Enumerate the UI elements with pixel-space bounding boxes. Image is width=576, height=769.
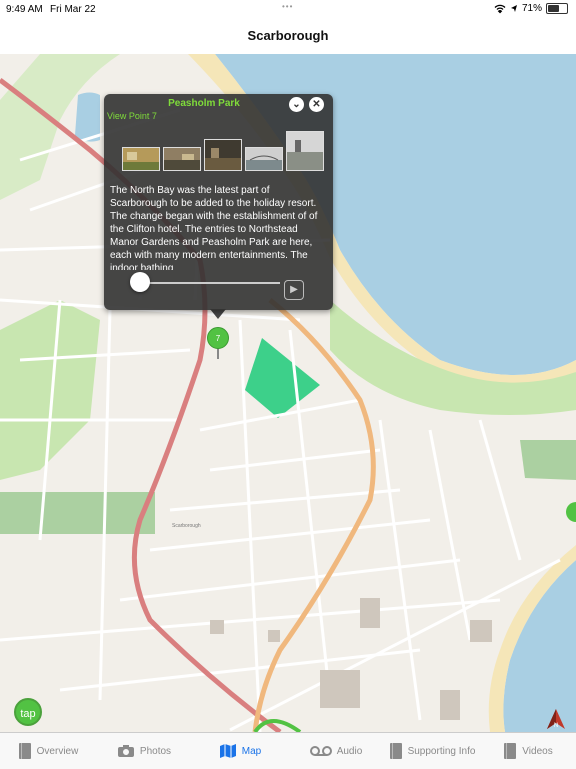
status-icons: 71%: [494, 3, 568, 14]
battery-icon: [546, 3, 568, 14]
lake-area: [75, 92, 100, 142]
close-icon[interactable]: ✕: [309, 97, 324, 112]
park-area-east: [520, 440, 576, 480]
audio-slider-knob[interactable]: [130, 272, 150, 292]
cemetery-area: [0, 492, 155, 534]
audio-icon: [309, 746, 332, 756]
popup-description: The North Bay was the latest part of Sca…: [110, 185, 318, 270]
photo-thumbnails: [122, 131, 324, 171]
tab-label: Photos: [139, 745, 172, 757]
compass-icon[interactable]: N: [545, 708, 567, 730]
tab-label: Supporting Info: [407, 745, 476, 757]
book-icon: [18, 743, 31, 759]
battery-fill: [548, 5, 559, 12]
status-time: 9:49 AM: [6, 4, 43, 15]
photo-thumbnail[interactable]: [204, 139, 242, 171]
photo-thumbnail[interactable]: [245, 147, 283, 171]
battery-percent: 71%: [521, 3, 542, 14]
tab-bar: Overview Photos Map Audio Supporting Inf…: [0, 732, 576, 769]
map-icon: [219, 744, 236, 758]
camera-icon: [117, 745, 134, 757]
tap-button[interactable]: tap: [14, 698, 42, 726]
tab-map[interactable]: Map: [192, 733, 288, 769]
multitasking-dots-icon[interactable]: •••: [282, 2, 293, 11]
photo-thumbnail[interactable]: [163, 147, 201, 171]
photo-thumbnail[interactable]: [122, 147, 160, 171]
popup-title: Peasholm Park: [168, 98, 240, 109]
tab-label: Overview: [36, 745, 79, 757]
tab-supporting-info[interactable]: Supporting Info: [384, 733, 480, 769]
chevron-down-icon[interactable]: ⌄: [289, 97, 304, 112]
page-title: Scarborough: [247, 28, 329, 43]
tab-audio[interactable]: Audio: [288, 733, 384, 769]
tab-label: Map: [241, 745, 262, 757]
status-date: Fri Mar 22: [50, 4, 96, 15]
info-popup: Peasholm Park View Point 7 ⌄ ✕ The North…: [104, 94, 333, 310]
popup-pointer: [210, 309, 226, 319]
audio-slider-track[interactable]: [142, 282, 280, 284]
map-marker-view-point[interactable]: 7: [207, 327, 229, 349]
navigation-bar: Scarborough: [0, 20, 576, 55]
photo-thumbnail[interactable]: [286, 131, 324, 171]
play-icon[interactable]: ▶: [284, 280, 304, 300]
wifi-icon: [494, 4, 506, 13]
compass-label: N: [554, 723, 558, 729]
area-label: Scarborough: [172, 523, 201, 529]
book-icon: [504, 743, 517, 759]
book-icon: [389, 743, 402, 759]
tab-photos[interactable]: Photos: [96, 733, 192, 769]
popup-subtitle: View Point 7: [107, 111, 157, 121]
tab-overview[interactable]: Overview: [0, 733, 96, 769]
status-bar: 9:49 AM Fri Mar 22 ••• 71%: [0, 0, 576, 20]
location-arrow-icon: [510, 5, 517, 12]
compass-shape: N: [547, 709, 565, 729]
tab-label: Videos: [522, 745, 553, 757]
tab-videos[interactable]: Videos: [480, 733, 576, 769]
tab-label: Audio: [336, 745, 363, 757]
